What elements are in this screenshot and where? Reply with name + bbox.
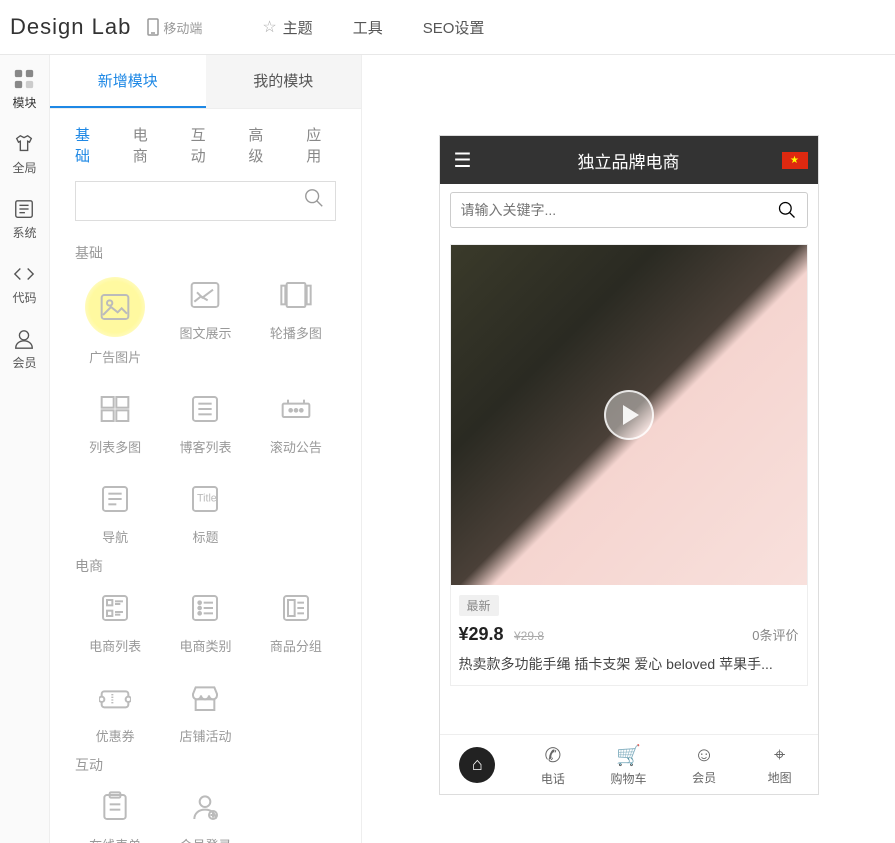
side-panel: 新增模块 我的模块 基础 电商 互动 高级 应用 基础 广告图片 [50, 55, 362, 843]
svg-text:Title: Title [197, 493, 217, 505]
section-interact-title: 互动 [75, 745, 336, 789]
subtab-basic[interactable]: 基础 [75, 124, 105, 166]
subtab-ecommerce[interactable]: 电商 [133, 124, 163, 166]
preview-search-input[interactable] [461, 202, 777, 218]
nav-phone[interactable]: ✆ 电话 [515, 735, 591, 794]
product-badge: 最新 [459, 595, 499, 616]
left-rail: 模块 全局 系统 代码 会员 [0, 55, 50, 843]
tab-new-module[interactable]: 新增模块 [50, 55, 206, 108]
module-ecom-list[interactable]: 电商列表 [75, 590, 155, 655]
preview-title: 独立品牌电商 [578, 148, 680, 173]
section-basic-title: 基础 [75, 233, 336, 277]
rail-system[interactable]: 系统 [12, 198, 36, 241]
product-price: ¥29.8 [459, 624, 504, 644]
code-icon [13, 263, 35, 285]
product-reviews: 0条评价 [752, 625, 798, 644]
map-icon: ⌖ [774, 744, 785, 767]
subtab-interact[interactable]: 互动 [191, 124, 221, 166]
preview-bottom-nav: ⌂ ✆ 电话 🛒 购物车 ☺ 会员 ⌖ 地图 [440, 734, 818, 794]
play-icon[interactable] [604, 390, 654, 440]
hamburger-icon[interactable]: ☰ [454, 148, 472, 173]
phone-preview: ☰ 独立品牌电商 ★ 最新 [439, 135, 819, 795]
product-image[interactable] [451, 245, 807, 585]
module-member-login[interactable]: 会员登录 [165, 789, 245, 843]
module-search[interactable] [75, 181, 336, 221]
phone-icon: ✆ [545, 743, 562, 768]
product-title: 热卖款多功能手绳 插卡支架 爱心 beloved 苹果手... [459, 655, 799, 675]
module-list[interactable]: 基础 广告图片 图文展示 轮播多图 列表多图 [50, 233, 361, 843]
menu-tools[interactable]: 工具 [353, 17, 383, 38]
module-marquee[interactable]: 滚动公告 [256, 391, 336, 456]
rail-member[interactable]: 会员 [12, 328, 36, 371]
section-ecom-title: 电商 [75, 546, 336, 590]
modules-icon [13, 68, 35, 90]
product-card[interactable]: 最新 ¥29.8 ¥29.8 0条评价 热卖款多功能手绳 插卡支架 爱心 bel… [450, 244, 808, 686]
rail-modules[interactable]: 模块 [12, 68, 36, 111]
module-title[interactable]: Title 标题 [165, 481, 245, 546]
nav-home[interactable]: ⌂ [440, 735, 516, 794]
member-icon: ☺ [694, 744, 714, 767]
cart-icon: 🛒 [616, 743, 641, 768]
search-input[interactable] [86, 193, 303, 209]
module-ad-image[interactable]: 广告图片 [75, 277, 155, 366]
module-multi-list[interactable]: 列表多图 [75, 391, 155, 456]
logo: Design Lab [10, 14, 143, 40]
top-bar: Design Lab 移动端 ☆主题 工具 SEO设置 [0, 0, 895, 55]
module-shop-activity[interactable]: 店铺活动 [165, 680, 245, 745]
search-icon [303, 187, 325, 215]
shirt-icon [13, 133, 35, 155]
module-image-text[interactable]: 图文展示 [165, 277, 245, 366]
module-nav[interactable]: 导航 [75, 481, 155, 546]
product-original-price: ¥29.8 [514, 629, 544, 643]
module-online-form[interactable]: 在线表单 [75, 789, 155, 843]
star-icon: ☆ [262, 17, 276, 37]
search-icon [777, 200, 797, 220]
module-blog-list[interactable]: 博客列表 [165, 391, 245, 456]
rail-code[interactable]: 代码 [12, 263, 36, 306]
system-icon [13, 198, 35, 220]
module-carousel[interactable]: 轮播多图 [256, 277, 336, 366]
preview-search[interactable] [450, 192, 808, 228]
top-menu: ☆主题 工具 SEO设置 [262, 17, 484, 38]
module-ecom-category[interactable]: 电商类别 [165, 590, 245, 655]
flag-icon[interactable]: ★ [782, 152, 808, 169]
device-switch[interactable]: 移动端 [143, 18, 202, 37]
menu-seo[interactable]: SEO设置 [423, 17, 485, 38]
module-product-group[interactable]: 商品分组 [256, 590, 336, 655]
mobile-icon [147, 18, 159, 36]
module-coupon[interactable]: 优惠券 [75, 680, 155, 745]
subtab-advanced[interactable]: 高级 [248, 124, 278, 166]
home-icon: ⌂ [459, 747, 495, 783]
subtab-apps[interactable]: 应用 [306, 124, 336, 166]
rail-global[interactable]: 全局 [12, 133, 36, 176]
preview-header: ☰ 独立品牌电商 ★ [440, 136, 818, 184]
preview-area: ☰ 独立品牌电商 ★ 最新 [362, 55, 895, 843]
user-icon [13, 328, 35, 350]
nav-map[interactable]: ⌖ 地图 [742, 735, 818, 794]
nav-member[interactable]: ☺ 会员 [666, 735, 742, 794]
menu-theme[interactable]: ☆主题 [262, 17, 312, 38]
tab-my-modules[interactable]: 我的模块 [206, 55, 362, 108]
nav-cart[interactable]: 🛒 购物车 [591, 735, 667, 794]
